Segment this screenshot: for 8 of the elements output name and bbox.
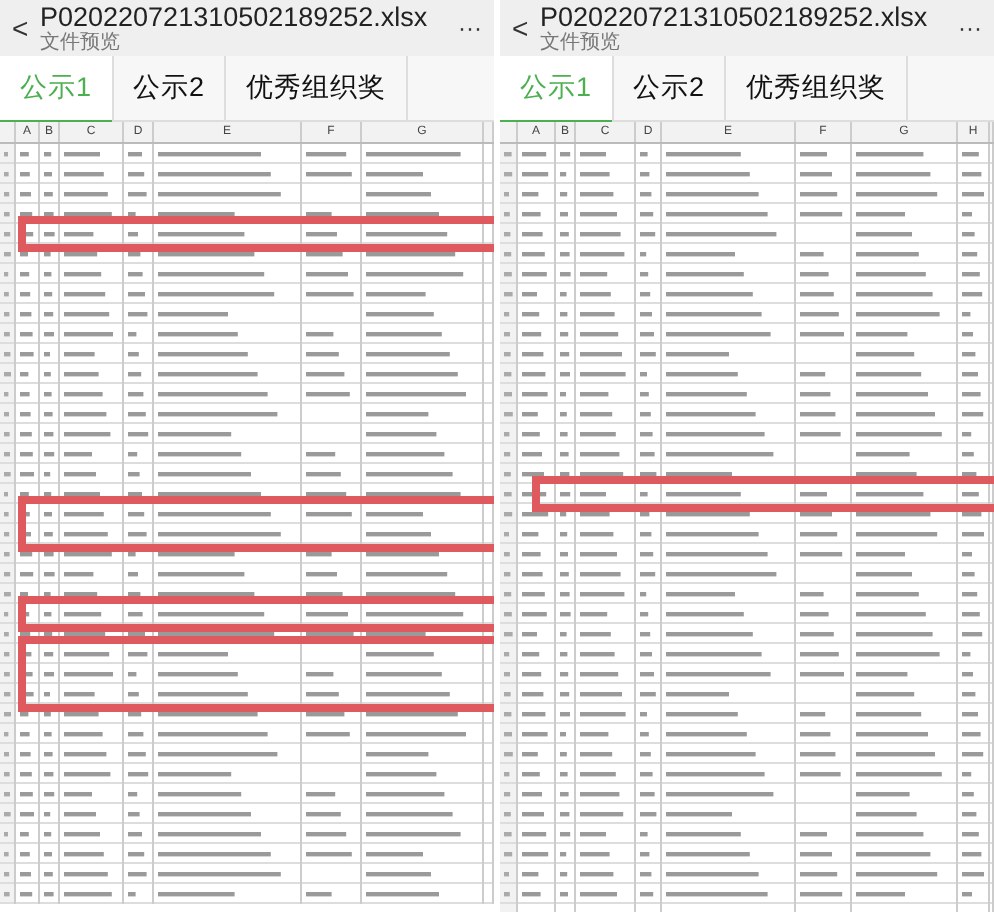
file-subtitle: 文件预览 xyxy=(40,32,122,54)
back-button[interactable]: < xyxy=(512,12,528,44)
file-subtitle: 文件预览 xyxy=(540,32,622,54)
more-button[interactable]: ··· xyxy=(458,14,482,42)
file-title: P020220721310502189252.xlsx xyxy=(540,2,930,32)
more-button[interactable]: ··· xyxy=(958,14,982,42)
file-title: P020220721310502189252.xlsx xyxy=(40,2,430,32)
back-button[interactable]: < xyxy=(12,12,28,44)
